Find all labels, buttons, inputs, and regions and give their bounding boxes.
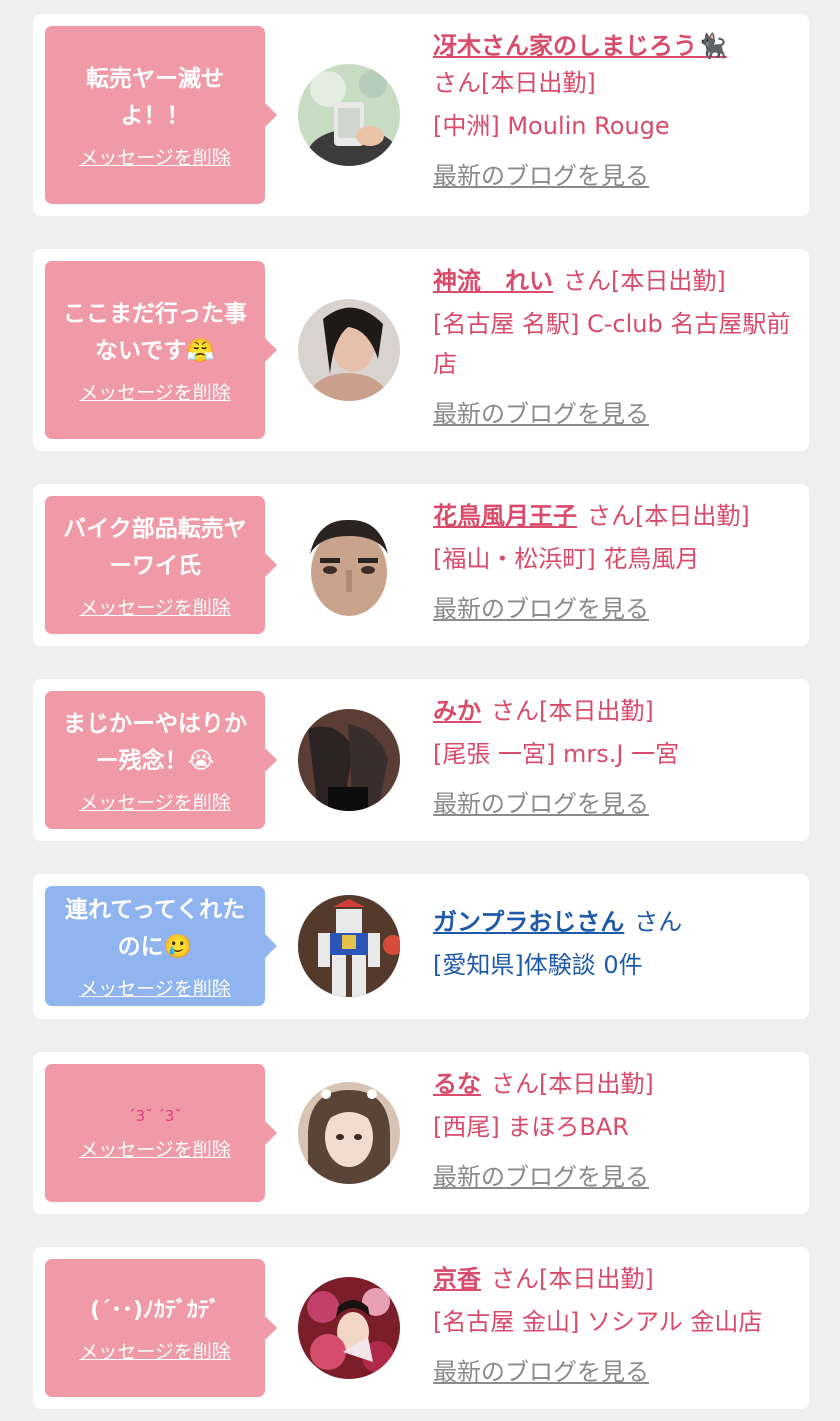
message-text: まじかーやはりかー残念！😭 — [63, 710, 247, 774]
view-blog-link[interactable]: 最新のブログを見る — [433, 1161, 649, 1193]
cast-name-link[interactable]: 神流 れい — [433, 267, 553, 295]
message-card: (´･･)ﾉｶﾃﾞｶﾃﾞ メッセージを削除 京香 さん[本日出勤] [名古屋 金山… — [33, 1247, 809, 1409]
delete-message-link[interactable]: メッセージを削除 — [79, 378, 231, 405]
cast-name-line: 神流 れい さん[本日出勤] — [433, 263, 795, 300]
message-text: バイク部品転売ヤーワイ氏 — [63, 515, 247, 579]
shop-name: [名古屋 名駅] C-club 名古屋駅前店 — [433, 310, 791, 378]
message-text: (´･･)ﾉｶﾃﾞｶﾃﾞ — [89, 1298, 221, 1323]
message-text: ˊ3˘ ˊ3˘ — [128, 1106, 182, 1125]
cast-info: 京香 さん[本日出勤] [名古屋 金山] ソシアル 金山店 最新のブログを見る — [433, 1261, 795, 1388]
cast-name-link[interactable]: 冴木さん家のしまじろう🐈‍⬛ — [433, 32, 727, 60]
cast-info: みか さん[本日出勤] [尾張 一宮] mrs.J 一宮 最新のブログを見る — [433, 693, 795, 820]
cast-name-link[interactable]: ガンプラおじさん — [433, 908, 624, 936]
message-bubble: ここまだ行った事ないです😤 メッセージを削除 — [45, 261, 277, 439]
message-card: ここまだ行った事ないです😤 メッセージを削除 神流 れい さん[本日出勤] [名古… — [33, 249, 809, 451]
cast-status: さん[本日出勤] — [433, 69, 596, 97]
girl-photo-icon — [298, 1082, 400, 1184]
selfie-photo-icon — [298, 64, 400, 166]
avatar[interactable] — [298, 895, 400, 997]
shop-name: [尾張 一宮] mrs.J 一宮 — [433, 740, 680, 768]
view-blog-link[interactable]: 最新のブログを見る — [433, 398, 649, 430]
cast-name-line: 京香 さん[本日出勤] — [433, 1261, 795, 1298]
message-card: バイク部品転売ヤーワイ氏 メッセージを削除 花鳥風月王子 さん[本日出勤] [福山… — [33, 484, 809, 646]
delete-message-link[interactable]: メッセージを削除 — [79, 1337, 231, 1364]
cast-info: ガンプラおじさん さん [愛知県]体験談 0件 — [433, 904, 795, 985]
message-list: 転売ヤー滅せよ！！ メッセージを削除 冴木さん家のしまじろう🐈‍⬛ さん[本日出… — [0, 0, 840, 1421]
delete-message-link[interactable]: メッセージを削除 — [79, 974, 231, 1001]
robot-model-icon — [298, 895, 400, 997]
message-bubble: ˊ3˘ ˊ3˘ メッセージを削除 — [45, 1064, 277, 1202]
view-blog-link[interactable]: 最新のブログを見る — [433, 160, 649, 192]
message-card: 転売ヤー滅せよ！！ メッセージを削除 冴木さん家のしまじろう🐈‍⬛ さん[本日出… — [33, 14, 809, 216]
delete-message-link[interactable]: メッセージを削除 — [79, 143, 231, 170]
cast-name-line: みか さん[本日出勤] — [433, 693, 795, 730]
cast-name-line: るな さん[本日出勤] — [433, 1066, 795, 1103]
message-card: ˊ3˘ ˊ3˘ メッセージを削除 るな さん[本日出勤] [西尾] まほろBAR … — [33, 1052, 809, 1214]
cast-name-line: 花鳥風月王子 さん[本日出勤] — [433, 498, 795, 535]
message-bubble: (´･･)ﾉｶﾃﾞｶﾃﾞ メッセージを削除 — [45, 1259, 277, 1397]
cast-name-line: ガンプラおじさん さん — [433, 904, 795, 941]
delete-message-link[interactable]: メッセージを削除 — [79, 788, 231, 815]
cast-name-link[interactable]: 京香 — [433, 1265, 481, 1293]
shop-name: [西尾] まほろBAR — [433, 1113, 629, 1141]
message-bubble: 転売ヤー滅せよ！！ メッセージを削除 — [45, 26, 277, 204]
message-text: 転売ヤー滅せよ！！ — [86, 65, 224, 129]
face-closeup-icon — [298, 514, 400, 616]
cast-status: さん[本日出勤] — [563, 267, 726, 295]
cast-info: 神流 れい さん[本日出勤] [名古屋 名駅] C-club 名古屋駅前店 最新の… — [433, 263, 795, 430]
shop-name: [名古屋 金山] ソシアル 金山店 — [433, 1308, 763, 1336]
view-blog-link[interactable]: 最新のブログを見る — [433, 788, 649, 820]
shop-name: [中洲] Moulin Rouge — [433, 112, 670, 140]
message-bubble: まじかーやはりかー残念！😭 メッセージを削除 — [45, 691, 277, 829]
cast-name-link[interactable]: みか — [433, 697, 481, 725]
cast-name-link[interactable]: るな — [433, 1070, 481, 1098]
portrait-photo-icon — [298, 299, 400, 401]
cast-name-link[interactable]: 花鳥風月王子 — [433, 502, 577, 530]
message-text: ここまだ行った事ないです😤 — [63, 300, 247, 364]
cast-info: 花鳥風月王子 さん[本日出勤] [福山・松浜町] 花鳥風月 最新のブログを見る — [433, 498, 795, 625]
cast-status: さん — [634, 908, 683, 936]
review-count[interactable]: [愛知県]体験談 0件 — [433, 945, 795, 985]
message-text: 連れてってくれたのに🥲 — [64, 896, 246, 960]
message-card: まじかーやはりかー残念！😭 メッセージを削除 みか さん[本日出勤] [尾張 一宮… — [33, 679, 809, 841]
message-bubble: 連れてってくれたのに🥲 メッセージを削除 — [45, 886, 277, 1006]
cast-info: 冴木さん家のしまじろう🐈‍⬛ さん[本日出勤] [中洲] Moulin Roug… — [433, 28, 795, 192]
delete-message-link[interactable]: メッセージを削除 — [79, 1135, 231, 1162]
kimono-photo-icon — [298, 1277, 400, 1379]
cast-status: さん[本日出勤] — [587, 502, 750, 530]
shop-name: [福山・松浜町] 花鳥風月 — [433, 545, 700, 573]
avatar[interactable] — [298, 709, 400, 811]
avatar[interactable] — [298, 1082, 400, 1184]
message-bubble: バイク部品転売ヤーワイ氏 メッセージを削除 — [45, 496, 277, 634]
cast-status: さん[本日出勤] — [491, 697, 654, 725]
view-blog-link[interactable]: 最新のブログを見る — [433, 593, 649, 625]
legs-photo-icon — [298, 709, 400, 811]
cast-name-line: 冴木さん家のしまじろう🐈‍⬛ さん[本日出勤] — [433, 28, 795, 102]
avatar[interactable] — [298, 1277, 400, 1379]
cast-status: さん[本日出勤] — [491, 1070, 654, 1098]
cast-status: さん[本日出勤] — [491, 1265, 654, 1293]
avatar[interactable] — [298, 514, 400, 616]
avatar[interactable] — [298, 64, 400, 166]
message-card: 連れてってくれたのに🥲 メッセージを削除 ガンプラおじさん さん [愛知県]体験… — [33, 874, 809, 1019]
delete-message-link[interactable]: メッセージを削除 — [79, 593, 231, 620]
view-blog-link[interactable]: 最新のブログを見る — [433, 1356, 649, 1388]
avatar[interactable] — [298, 299, 400, 401]
cast-info: るな さん[本日出勤] [西尾] まほろBAR 最新のブログを見る — [433, 1066, 795, 1193]
